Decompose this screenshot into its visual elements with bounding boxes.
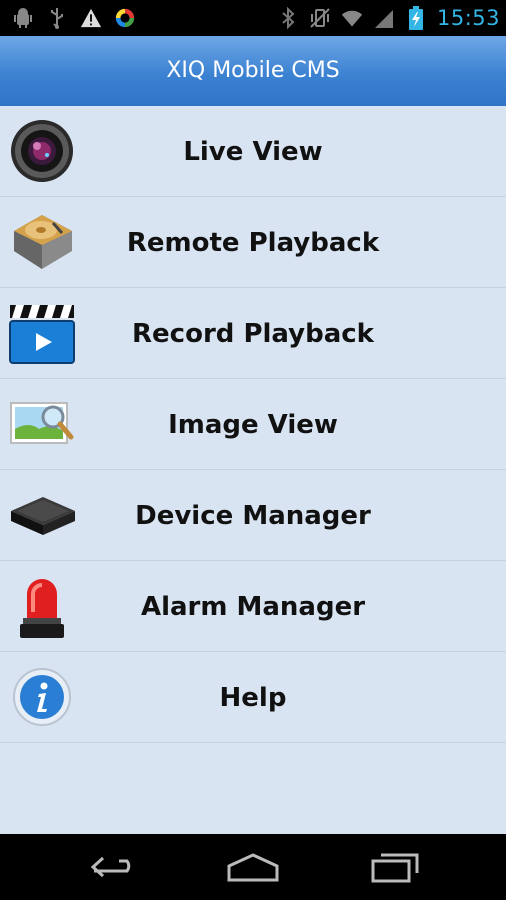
status-bar: 15:53	[0, 0, 506, 36]
navigation-bar	[0, 834, 506, 900]
sync-app-icon	[114, 7, 136, 29]
notification-icons	[12, 6, 136, 30]
home-icon[interactable]	[223, 846, 283, 888]
bluetooth-icon	[277, 7, 299, 29]
android-debug-icon	[12, 7, 34, 29]
menu-item-record-playback[interactable]: Record Playback	[0, 288, 506, 379]
status-clock: 15:53	[436, 6, 500, 30]
usb-icon	[46, 7, 68, 29]
menu-item-help[interactable]: Help	[0, 652, 506, 743]
menu-item-device-manager[interactable]: Device Manager	[0, 470, 506, 561]
menu-item-label: Help	[219, 683, 287, 713]
menu-item-alarm-manager[interactable]: Alarm Manager	[0, 561, 506, 652]
menu-item-label: Record Playback	[132, 319, 374, 349]
vibrate-icon	[309, 7, 331, 29]
warning-icon	[80, 7, 102, 29]
app-header: XIQ Mobile CMS	[0, 36, 506, 106]
menu-item-live-view[interactable]: Live View	[0, 106, 506, 197]
menu-item-label: Alarm Manager	[140, 592, 366, 622]
system-status-icons: 15:53	[277, 5, 500, 31]
page-title: XIQ Mobile CMS	[166, 58, 340, 83]
wifi-icon	[341, 7, 363, 29]
main-menu: Live View Remote Playback Record Playbac…	[0, 106, 506, 834]
signal-icon	[373, 7, 395, 29]
battery-charging-icon	[405, 6, 427, 30]
menu-item-label: Live View	[183, 137, 323, 167]
recent-apps-icon[interactable]	[365, 846, 425, 888]
menu-item-remote-playback[interactable]: Remote Playback	[0, 197, 506, 288]
menu-item-label: Device Manager	[135, 501, 371, 531]
menu-item-label: Image View	[168, 410, 338, 440]
menu-item-label: Remote Playback	[126, 228, 380, 258]
menu-item-image-view[interactable]: Image View	[0, 379, 506, 470]
back-icon[interactable]	[84, 846, 144, 888]
